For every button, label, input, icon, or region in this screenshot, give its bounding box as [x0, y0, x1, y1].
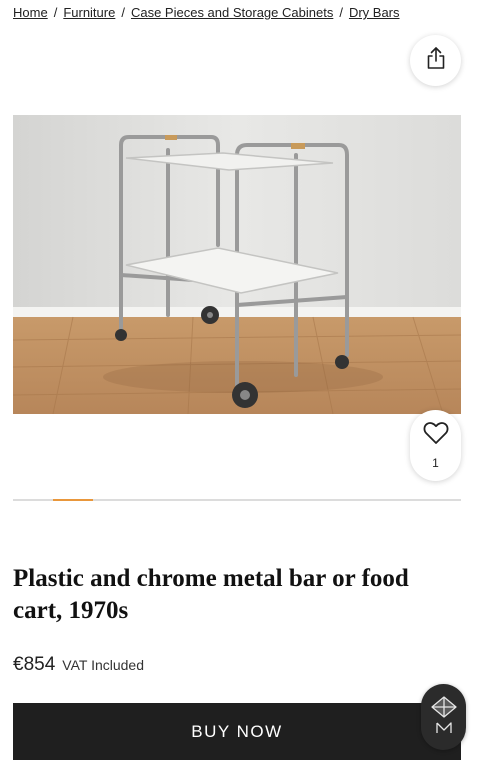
breadcrumb-dry-bars[interactable]: Dry Bars [349, 5, 400, 20]
breadcrumb-case-pieces[interactable]: Case Pieces and Storage Cabinets [131, 5, 333, 20]
product-image[interactable] [13, 115, 461, 414]
breadcrumb: Home / Furniture / Case Pieces and Storage C… [13, 5, 400, 20]
favorite-button[interactable]: 1 [410, 410, 461, 481]
share-button[interactable] [410, 35, 461, 86]
vat-note: VAT Included [62, 657, 144, 673]
breadcrumb-separator: / [121, 5, 125, 20]
favorite-count: 1 [432, 456, 439, 470]
buy-now-button[interactable]: BUY NOW [13, 703, 461, 760]
breadcrumb-furniture[interactable]: Furniture [63, 5, 115, 20]
breadcrumb-separator: / [339, 5, 343, 20]
carousel-active-indicator [53, 499, 93, 501]
share-icon [426, 46, 446, 75]
chat-badge[interactable] [421, 684, 466, 750]
price-row: €854 VAT Included [13, 654, 144, 676]
product-title: Plastic and chrome metal bar or food car… [13, 565, 409, 624]
breadcrumb-separator: / [53, 5, 58, 20]
heart-icon [423, 421, 449, 450]
diamond-logo-icon [429, 693, 459, 742]
carousel-progress [13, 499, 461, 501]
price: €854 [13, 654, 56, 675]
breadcrumb-home[interactable]: Home [13, 5, 48, 20]
